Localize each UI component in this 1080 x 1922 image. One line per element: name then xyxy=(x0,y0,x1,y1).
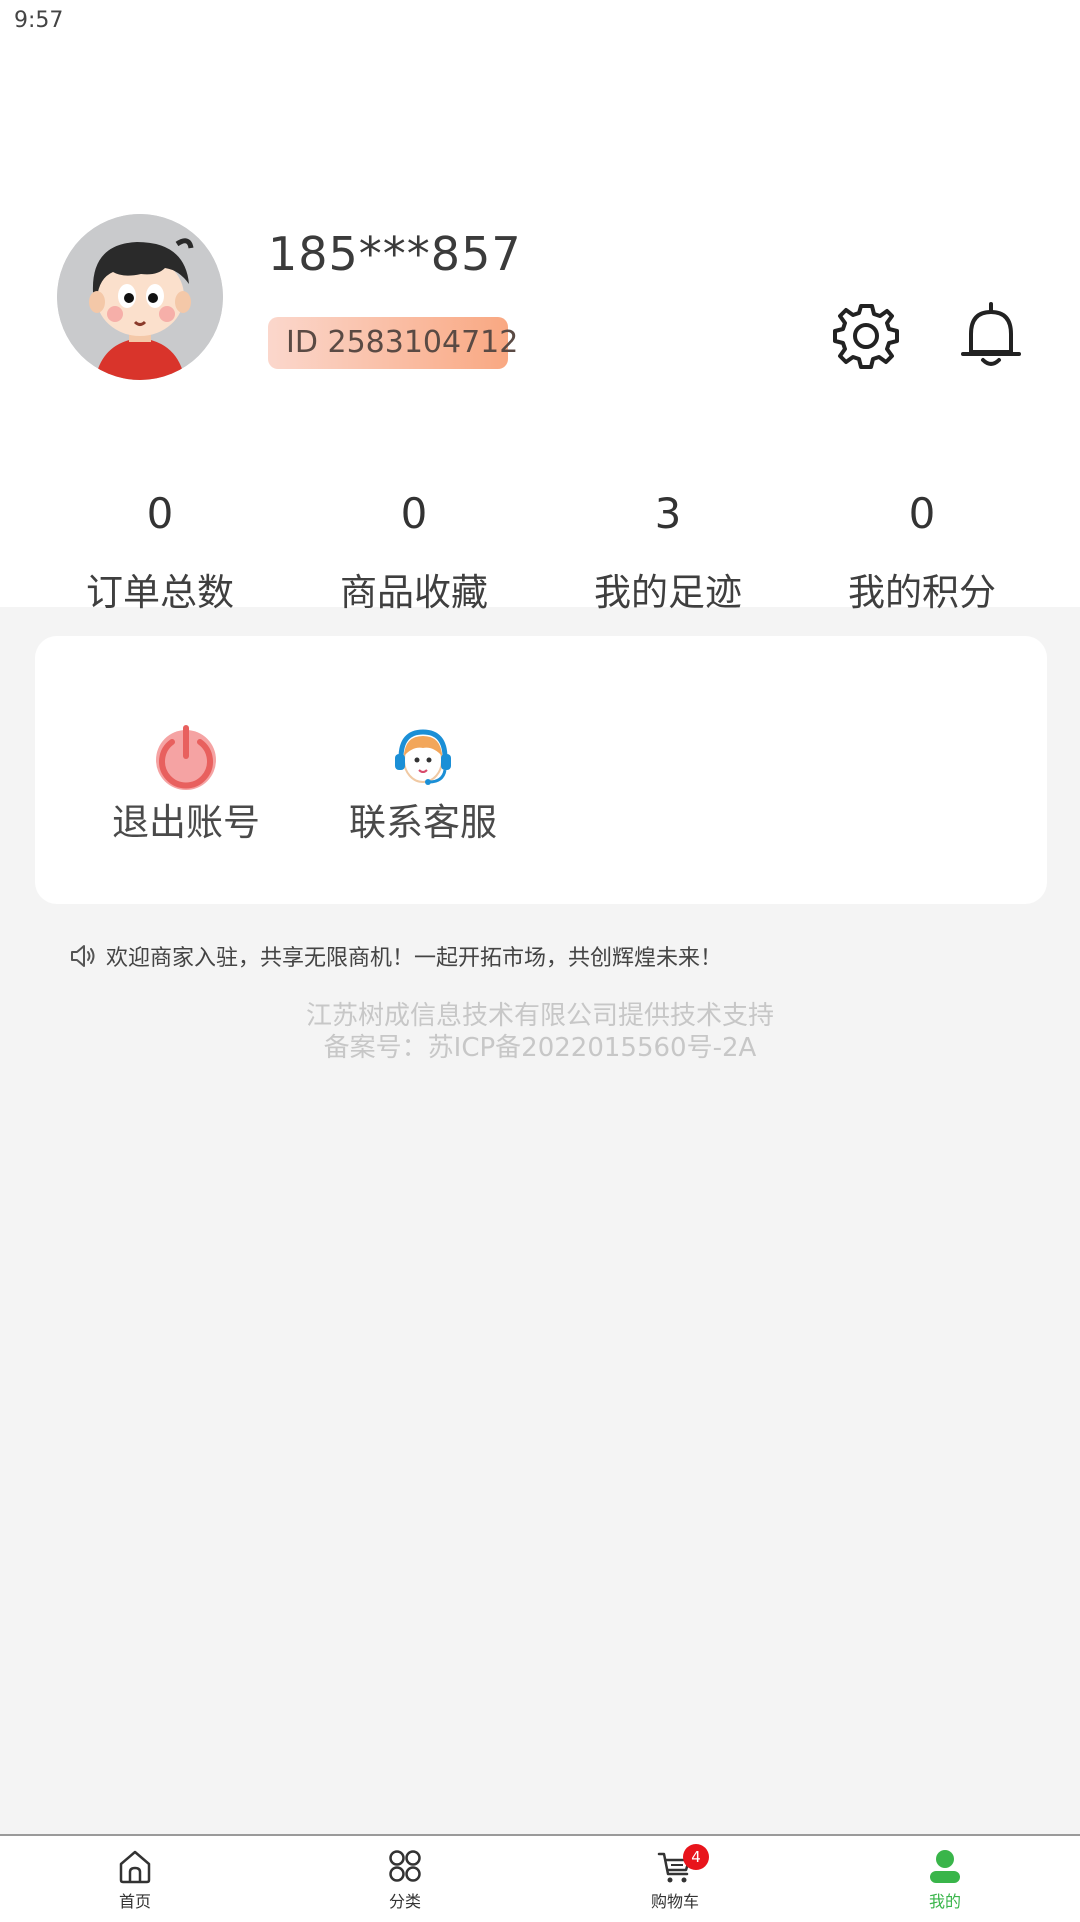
profile-header: 185***857 ID 2583104712 0 订单总数 0 商品收藏 3 … xyxy=(0,44,1080,614)
footer-info: 江苏树成信息技术有限公司提供技术支持 备案号：苏ICP备2022015560号-… xyxy=(0,1000,1080,1064)
power-icon xyxy=(156,725,216,790)
stat-value: 0 xyxy=(908,489,936,538)
logout-label: 退出账号 xyxy=(112,801,260,844)
home-icon xyxy=(119,1850,151,1884)
stat-favorites[interactable]: 0 商品收藏 xyxy=(314,484,514,616)
stat-value: 0 xyxy=(400,489,428,538)
cart-count-badge: 4 xyxy=(683,1844,709,1870)
footer-support-text: 江苏树成信息技术有限公司提供技术支持 xyxy=(305,1001,774,1031)
status-bar: 9:57 xyxy=(0,0,1080,44)
stat-label: 我的足迹 xyxy=(594,571,742,614)
user-icon xyxy=(930,1850,960,1883)
stat-label: 我的积分 xyxy=(848,571,996,614)
settings-gear-icon[interactable] xyxy=(826,296,906,376)
stat-label: 订单总数 xyxy=(86,571,234,614)
stat-footprints[interactable]: 3 我的足迹 xyxy=(568,484,768,616)
stat-value: 3 xyxy=(654,489,682,538)
tab-cart-label: 购物车 xyxy=(650,1892,699,1911)
customer-service-icon xyxy=(395,729,451,785)
bottom-tab-bar: 首页 分类 4 购物车 我的 xyxy=(0,1834,1080,1922)
notice-bar: 欢迎商家入驻，共享无限商机！一起开拓市场，共创辉煌未来！ xyxy=(68,938,722,974)
footer-icp-text: 备案号：苏ICP备2022015560号-2A xyxy=(323,1033,757,1063)
avatar[interactable] xyxy=(57,214,223,380)
tab-cart[interactable]: 4 购物车 xyxy=(615,1836,735,1922)
user-id-badge: ID 2583104712 xyxy=(268,317,518,369)
action-card: 退出账号 联系客服 xyxy=(35,636,1047,904)
speaker-icon xyxy=(71,945,95,967)
stat-orders[interactable]: 0 订单总数 xyxy=(60,484,260,616)
avatar-illustration xyxy=(57,214,223,380)
stats-row: 0 订单总数 0 商品收藏 3 我的足迹 0 我的积分 xyxy=(0,484,1080,624)
tab-home[interactable]: 首页 xyxy=(75,1836,195,1922)
stat-label: 商品收藏 xyxy=(340,571,488,614)
status-time: 9:57 xyxy=(14,8,64,33)
tab-mine[interactable]: 我的 xyxy=(885,1836,1005,1922)
tab-home-label: 首页 xyxy=(118,1892,151,1911)
tab-category[interactable]: 分类 xyxy=(345,1836,465,1922)
category-icon xyxy=(389,1850,421,1882)
contact-service-button[interactable]: 联系客服 xyxy=(338,720,508,846)
notification-bell-icon[interactable] xyxy=(951,296,1031,376)
tab-category-label: 分类 xyxy=(388,1892,421,1911)
notice-text: 欢迎商家入驻，共享无限商机！一起开拓市场，共创辉煌未来！ xyxy=(106,946,723,971)
logout-button[interactable]: 退出账号 xyxy=(101,720,271,846)
stat-points[interactable]: 0 我的积分 xyxy=(822,484,1022,616)
tab-mine-label: 我的 xyxy=(928,1892,961,1911)
username: 185***857 xyxy=(268,227,522,281)
contact-service-label: 联系客服 xyxy=(349,801,497,844)
stat-value: 0 xyxy=(146,489,174,538)
